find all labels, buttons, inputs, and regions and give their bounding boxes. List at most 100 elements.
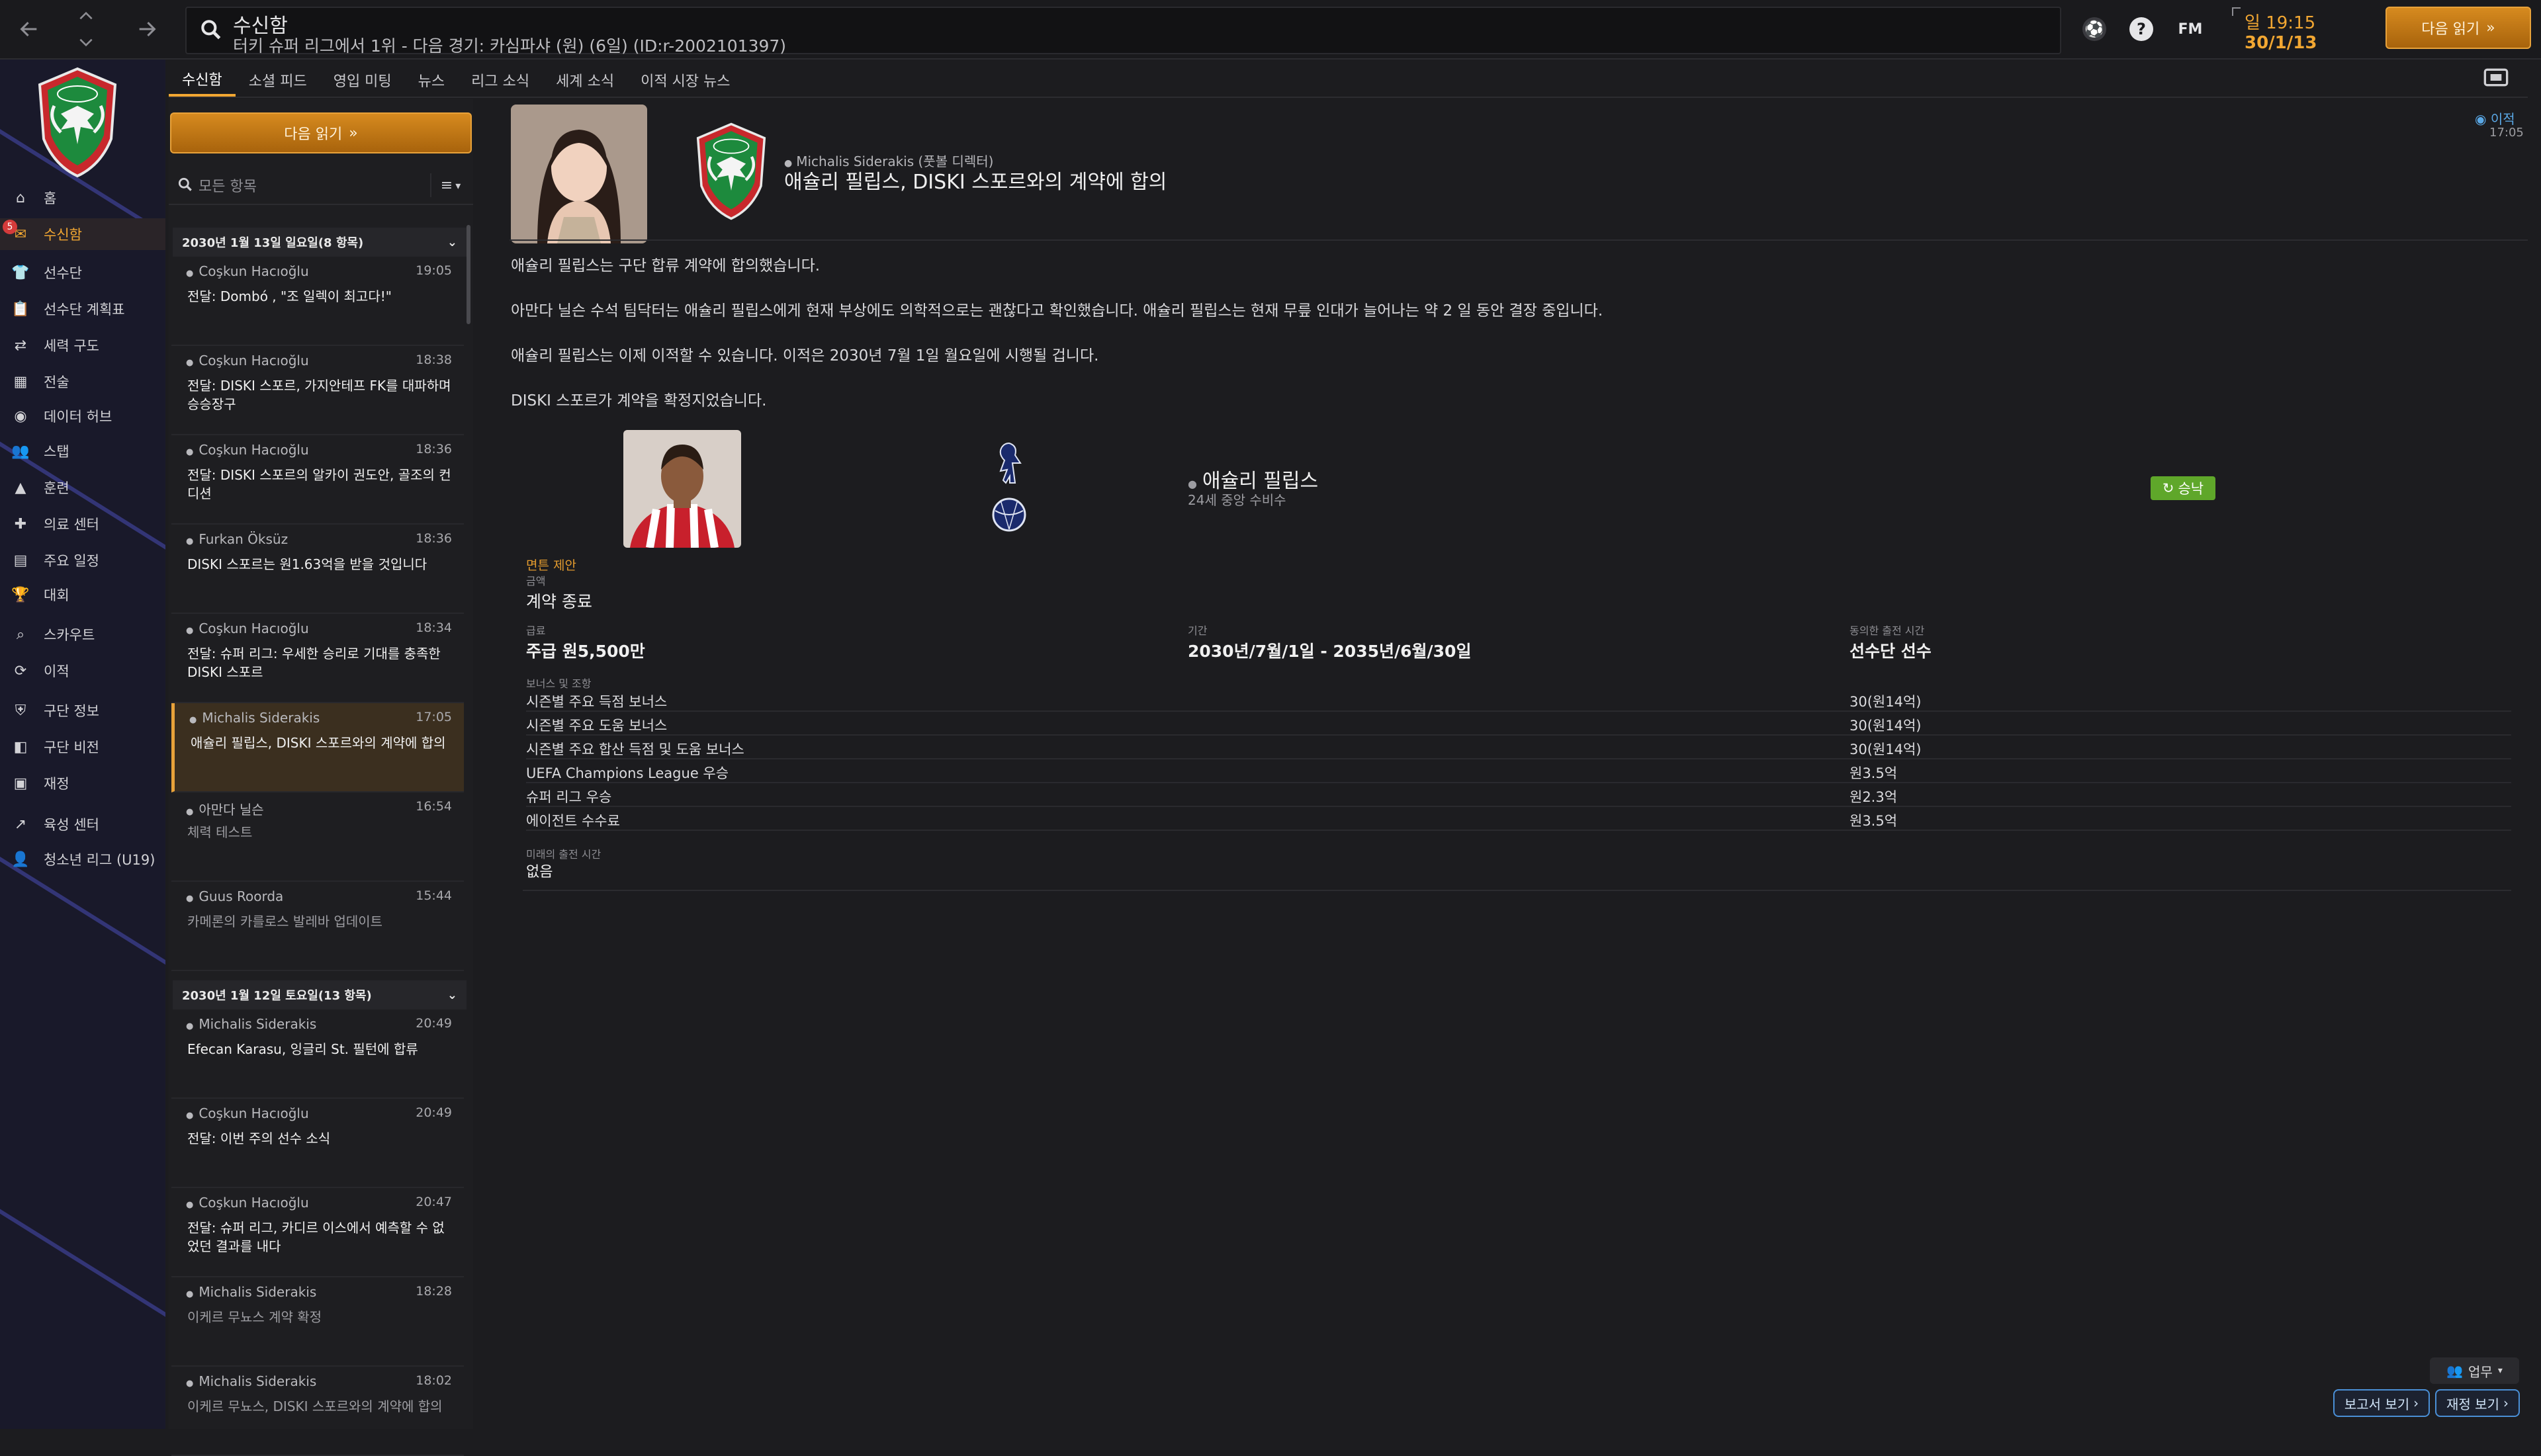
- sidebar-item-training[interactable]: ▲ 훈련: [0, 472, 165, 503]
- sidebar-item-label: 구단 비전: [44, 740, 99, 755]
- screenshot-icon[interactable]: [2483, 66, 2509, 91]
- sidebar-item-data-hub[interactable]: ◉ 데이터 허브: [0, 400, 165, 432]
- tab-6[interactable]: 이적 시장 뉴스: [627, 64, 743, 97]
- bonus-row: 에이전트 수수료 원3.5억: [526, 807, 2511, 831]
- bonus-label: 시즌별 주요 합산 득점 및 도움 보너스: [526, 742, 744, 757]
- message-time: 15:44: [416, 888, 452, 903]
- scrollbar[interactable]: [467, 225, 470, 324]
- club-crest-tottenham[interactable]: [986, 437, 1032, 545]
- inbox-message[interactable]: ● Michalis Siderakis 18:28 이케르 무뇨스 계약 확정: [171, 1277, 464, 1367]
- finance-view-button[interactable]: 재정 보기 ›: [2435, 1389, 2520, 1417]
- inbox-message[interactable]: ● Michalis Siderakis 18:02 이케르 무뇨스, DISKI 스…: [171, 1367, 464, 1456]
- sidebar-item-transfer[interactable]: ⟳ 이적: [0, 655, 165, 687]
- sidebar-item-medical[interactable]: ✚ 의료 센터: [0, 508, 165, 540]
- bonus-value: 30(원14억): [1850, 718, 1922, 734]
- inbox-message[interactable]: ● Guus Roorda 15:44 카메론의 카를로스 발레바 업데이트: [171, 882, 464, 971]
- message-subject: 애슐리 필립스, DISKI 스포르와의 계약에 합의: [191, 735, 446, 751]
- sidebar-item-development[interactable]: ↗ 육성 센터: [0, 808, 165, 840]
- clipboard-icon: 📋: [11, 300, 30, 318]
- tab-5[interactable]: 세계 소식: [543, 64, 627, 97]
- sidebar-item-label: 선수단: [44, 265, 82, 281]
- person-icon: ●: [186, 1289, 194, 1299]
- inbox-continue-button[interactable]: 다음 읽기 »: [170, 112, 472, 153]
- sidebar-item-club-info[interactable]: ⛨ 구단 정보: [0, 695, 165, 726]
- sidebar-item-label: 수신함: [44, 227, 82, 243]
- sidebar-item-finance[interactable]: ▣ 재정: [0, 767, 165, 799]
- inbox-message[interactable]: ● Michalis Siderakis 20:49 Efecan Karasu, 잉…: [171, 1009, 464, 1099]
- sidebar-item-shirt[interactable]: 👕 선수단: [0, 257, 165, 288]
- message-title: 애슐리 필립스, DISKI 스포르와의 계약에 합의: [784, 171, 1167, 194]
- sidebar-item-inbox[interactable]: ✉ 수신함 5: [0, 218, 165, 250]
- message-sender: ● Furkan Öksüz: [186, 531, 289, 547]
- message-time: 18:28: [416, 1284, 452, 1299]
- inbox-group-header[interactable]: 2030년 1월 12일 토요일(13 항목) ⌄: [173, 980, 467, 1009]
- sidebar-item-dynamics[interactable]: ⇄ 세력 구도: [0, 329, 165, 361]
- page-subtitle: 터키 슈퍼 리그에서 1위 - 다음 경기: 카심파샤 (원) (6일) (ID…: [233, 36, 787, 56]
- inbox-list: 다음 읽기 » 모든 항목 ≡ ▾ 2030년 1월 13일 일요일(8 항목) ⌄…: [169, 99, 473, 1456]
- message-subject: 전달: DISKI 스포르, 가지안테프 FK를 대파하며 승승장구: [187, 378, 451, 412]
- down-button[interactable]: [66, 30, 106, 54]
- bonus-label: 슈퍼 리그 우승: [526, 789, 612, 805]
- shirt-icon: 👕: [11, 264, 30, 281]
- inbox-message[interactable]: ● Michalis Siderakis 17:05 애슐리 필립스, DISKI 스…: [171, 703, 464, 792]
- inbox-message[interactable]: ● Coşkun Hacıoğlu 19:05 전달: Dombó , "조 일렉이 …: [171, 257, 464, 346]
- group-date-label: 2030년 1월 12일 토요일(13 항목): [182, 989, 372, 1003]
- sidebar-item-scout[interactable]: ⌕ 스카우트: [0, 619, 165, 650]
- sidebar-item-youth[interactable]: 👤 청소년 리그 (U19): [0, 843, 165, 875]
- inbox-group-header[interactable]: 2030년 1월 13일 일요일(8 항목) ⌄: [173, 228, 467, 257]
- sidebar-item-home[interactable]: ⌂ 홈: [0, 182, 165, 214]
- sidebar-item-tactics[interactable]: ▦ 전술: [0, 366, 165, 398]
- player-photo[interactable]: [623, 430, 741, 548]
- inbox-message[interactable]: ● Coşkun Hacıoğlu 18:38 전달: DISKI 스포르, 가지안테…: [171, 346, 464, 435]
- inbox-message[interactable]: ● 아만다 닐슨 16:54 체력 테스트: [171, 792, 464, 882]
- release-clause-label: 면튼 제안: [526, 558, 576, 573]
- inbox-message[interactable]: ● Furkan Öksüz 18:36 DISKI 스포르는 원1.63억을 받을 …: [171, 525, 464, 614]
- club-icon[interactable]: ⚽: [2082, 17, 2106, 41]
- tab-3[interactable]: 뉴스: [405, 64, 458, 97]
- message-subject: 전달: 슈퍼 리그, 카디르 이스에서 예측할 수 없었던 결과를 내다: [187, 1220, 445, 1254]
- bonus-value: 원3.5억: [1850, 765, 1898, 781]
- paragraph: 아만다 닐슨 수석 팀닥터는 애슐리 필립스에게 현재 부상에도 의학적으로는 …: [511, 302, 1603, 320]
- tab-0[interactable]: 수신함: [169, 64, 236, 97]
- tab-4[interactable]: 리그 소식: [458, 64, 543, 97]
- list-icon: ≡: [440, 177, 453, 194]
- continue-button[interactable]: 다음 읽기 »: [2385, 7, 2531, 49]
- message-sender: ● 아만다 닐슨: [186, 802, 264, 818]
- filter-menu-button[interactable]: ≡ ▾: [430, 173, 470, 197]
- arrow-right-icon: [139, 21, 156, 37]
- sidebar-item-vision[interactable]: ◧ 구단 비전: [0, 731, 165, 763]
- sidebar-item-trophy[interactable]: 🏆 대회: [0, 579, 165, 611]
- message-subject: 전달: Dombó , "조 일렉이 최고다!": [187, 288, 392, 304]
- search-icon: [199, 17, 224, 45]
- dynamics-icon: ⇄: [14, 337, 27, 354]
- date-panel[interactable]: 일 19:15 30/1/13: [2231, 7, 2364, 53]
- report-view-button[interactable]: 보고서 보기 ›: [2333, 1389, 2430, 1417]
- search-bar[interactable]: 수신함 터키 슈퍼 리그에서 1위 - 다음 경기: 카심파샤 (원) (6일)…: [185, 7, 2061, 56]
- help-icon[interactable]: ?: [2129, 17, 2153, 41]
- club-logo[interactable]: [34, 66, 120, 181]
- sidebar-item-clipboard[interactable]: 📋 선수단 계획표: [0, 293, 165, 325]
- sidebar-item-calendar[interactable]: ▤ 주요 일정: [0, 544, 165, 576]
- up-button[interactable]: [66, 4, 106, 28]
- work-menu-button[interactable]: 👥 업무 ▾: [2430, 1357, 2519, 1384]
- bonus-row: 시즌별 주요 득점 보너스 30(원14억): [526, 688, 2511, 712]
- forward-button[interactable]: [127, 9, 167, 49]
- tab-2[interactable]: 영입 미팅: [320, 64, 405, 97]
- bonus-row: 슈퍼 리그 우승 원2.3억: [526, 783, 2511, 807]
- fm-menu-button[interactable]: FM: [2176, 17, 2205, 41]
- inbox-message[interactable]: ● Coşkun Hacıoğlu 18:34 전달: 슈퍼 리그: 우세한 승리로 …: [171, 614, 464, 703]
- inbox-message[interactable]: ● Coşkun Hacıoğlu 20:47 전달: 슈퍼 리그, 카디르 이스에서…: [171, 1188, 464, 1277]
- message-subject: DISKI 스포르는 원1.63억을 받을 것입니다: [187, 556, 427, 572]
- filter-row: 모든 항목 ≡ ▾: [169, 165, 473, 205]
- future-playing-time-header: 미래의 출전 시간: [526, 848, 602, 861]
- back-button[interactable]: [9, 9, 49, 49]
- bonus-label: 시즌별 주요 도움 보너스: [526, 718, 668, 734]
- filter-input[interactable]: 모든 항목: [199, 175, 257, 196]
- tab-1[interactable]: 소셜 피드: [236, 64, 320, 97]
- message-time: 20:49: [416, 1016, 452, 1031]
- refresh-icon: ↻: [2162, 480, 2174, 496]
- inbox-message[interactable]: ● Coşkun Hacıoğlu 20:49 전달: 이번 주의 선수 소식: [171, 1099, 464, 1188]
- inbox-message[interactable]: ● Coşkun Hacıoğlu 18:36 전달: DISKI 스포르의 알카이 …: [171, 435, 464, 525]
- sidebar-item-staff[interactable]: 👥 스탭: [0, 435, 165, 467]
- message-sender: ● Guus Roorda: [186, 888, 284, 904]
